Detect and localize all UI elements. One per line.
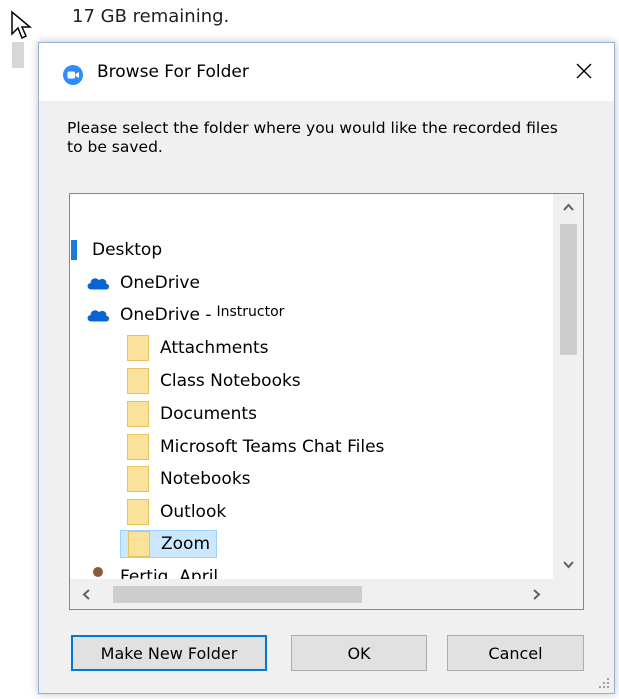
cloud-icon (86, 271, 110, 295)
mouse-cursor-icon (11, 10, 32, 40)
tree-item-microsoft-teams-chat-files[interactable]: Microsoft Teams Chat Files (126, 433, 384, 461)
tree-item-label: OneDrive - (120, 305, 212, 325)
tree-item-documents[interactable]: Documents (126, 400, 257, 428)
ok-button[interactable]: OK (291, 635, 427, 671)
tree-item-onedrive-instructor[interactable]: OneDrive - Instructor (86, 301, 284, 329)
horizontal-scrollbar[interactable] (70, 579, 555, 609)
folder-tree-view[interactable]: Desktop OneDrive OneDrive - Instructor A… (69, 193, 584, 610)
scroll-left-arrow-icon[interactable] (78, 586, 95, 603)
cloud-icon (86, 303, 110, 327)
tree-item-onedrive[interactable]: OneDrive (86, 269, 200, 297)
tree-item-label: Zoom (161, 534, 211, 554)
close-icon (576, 63, 592, 79)
folder-icon (126, 434, 150, 460)
tree-item-desktop[interactable]: Desktop (70, 236, 162, 264)
folder-icon (126, 499, 150, 525)
folder-icon (126, 401, 150, 427)
tree-item-label: OneDrive (120, 273, 200, 293)
tree-item-label: Attachments (160, 338, 269, 358)
tree-item-class-notebooks[interactable]: Class Notebooks (126, 367, 301, 395)
tree-item-label: Class Notebooks (160, 371, 301, 391)
folder-icon (127, 531, 151, 557)
cancel-button[interactable]: Cancel (447, 635, 584, 671)
resize-grip-icon[interactable] (598, 677, 610, 689)
background-panel-edge (12, 42, 24, 68)
tree-item-notebooks[interactable]: Notebooks (126, 465, 251, 493)
vertical-scrollbar[interactable] (553, 194, 583, 579)
horizontal-scroll-thumb[interactable] (113, 586, 362, 603)
scroll-up-arrow-icon[interactable] (560, 199, 577, 216)
title-bar: Browse For Folder (39, 43, 614, 101)
tree-item-label: Desktop (92, 240, 163, 260)
dialog-title: Browse For Folder (97, 62, 249, 82)
instruction-text: Please select the folder where you would… (67, 119, 558, 156)
zoom-app-icon (63, 65, 83, 85)
tree-item-label: Documents (160, 404, 257, 424)
make-new-folder-button[interactable]: Make New Folder (71, 635, 267, 671)
folder-icon (126, 466, 150, 492)
scrollbar-corner (553, 579, 583, 609)
vertical-scroll-thumb[interactable] (560, 224, 577, 355)
tree-item-attachments[interactable]: Attachments (126, 334, 269, 362)
folder-icon (126, 335, 150, 361)
browse-for-folder-dialog: Browse For Folder Please select the fold… (38, 42, 615, 694)
folder-icon (126, 368, 150, 394)
scroll-down-arrow-icon[interactable] (560, 556, 577, 573)
scroll-right-arrow-icon[interactable] (528, 586, 545, 603)
desktop-icon (70, 238, 78, 262)
tree-item-account-suffix: Instructor (216, 304, 285, 320)
close-button[interactable] (568, 55, 600, 87)
tree-item-outlook[interactable]: Outlook (126, 498, 226, 526)
tree-item-zoom[interactable]: Zoom (120, 530, 218, 558)
tree-item-label: Microsoft Teams Chat Files (160, 437, 385, 457)
tree-item-label: Notebooks (160, 469, 251, 489)
tree-item-label: Outlook (160, 502, 227, 522)
storage-remaining-text: 17 GB remaining. (72, 6, 230, 27)
